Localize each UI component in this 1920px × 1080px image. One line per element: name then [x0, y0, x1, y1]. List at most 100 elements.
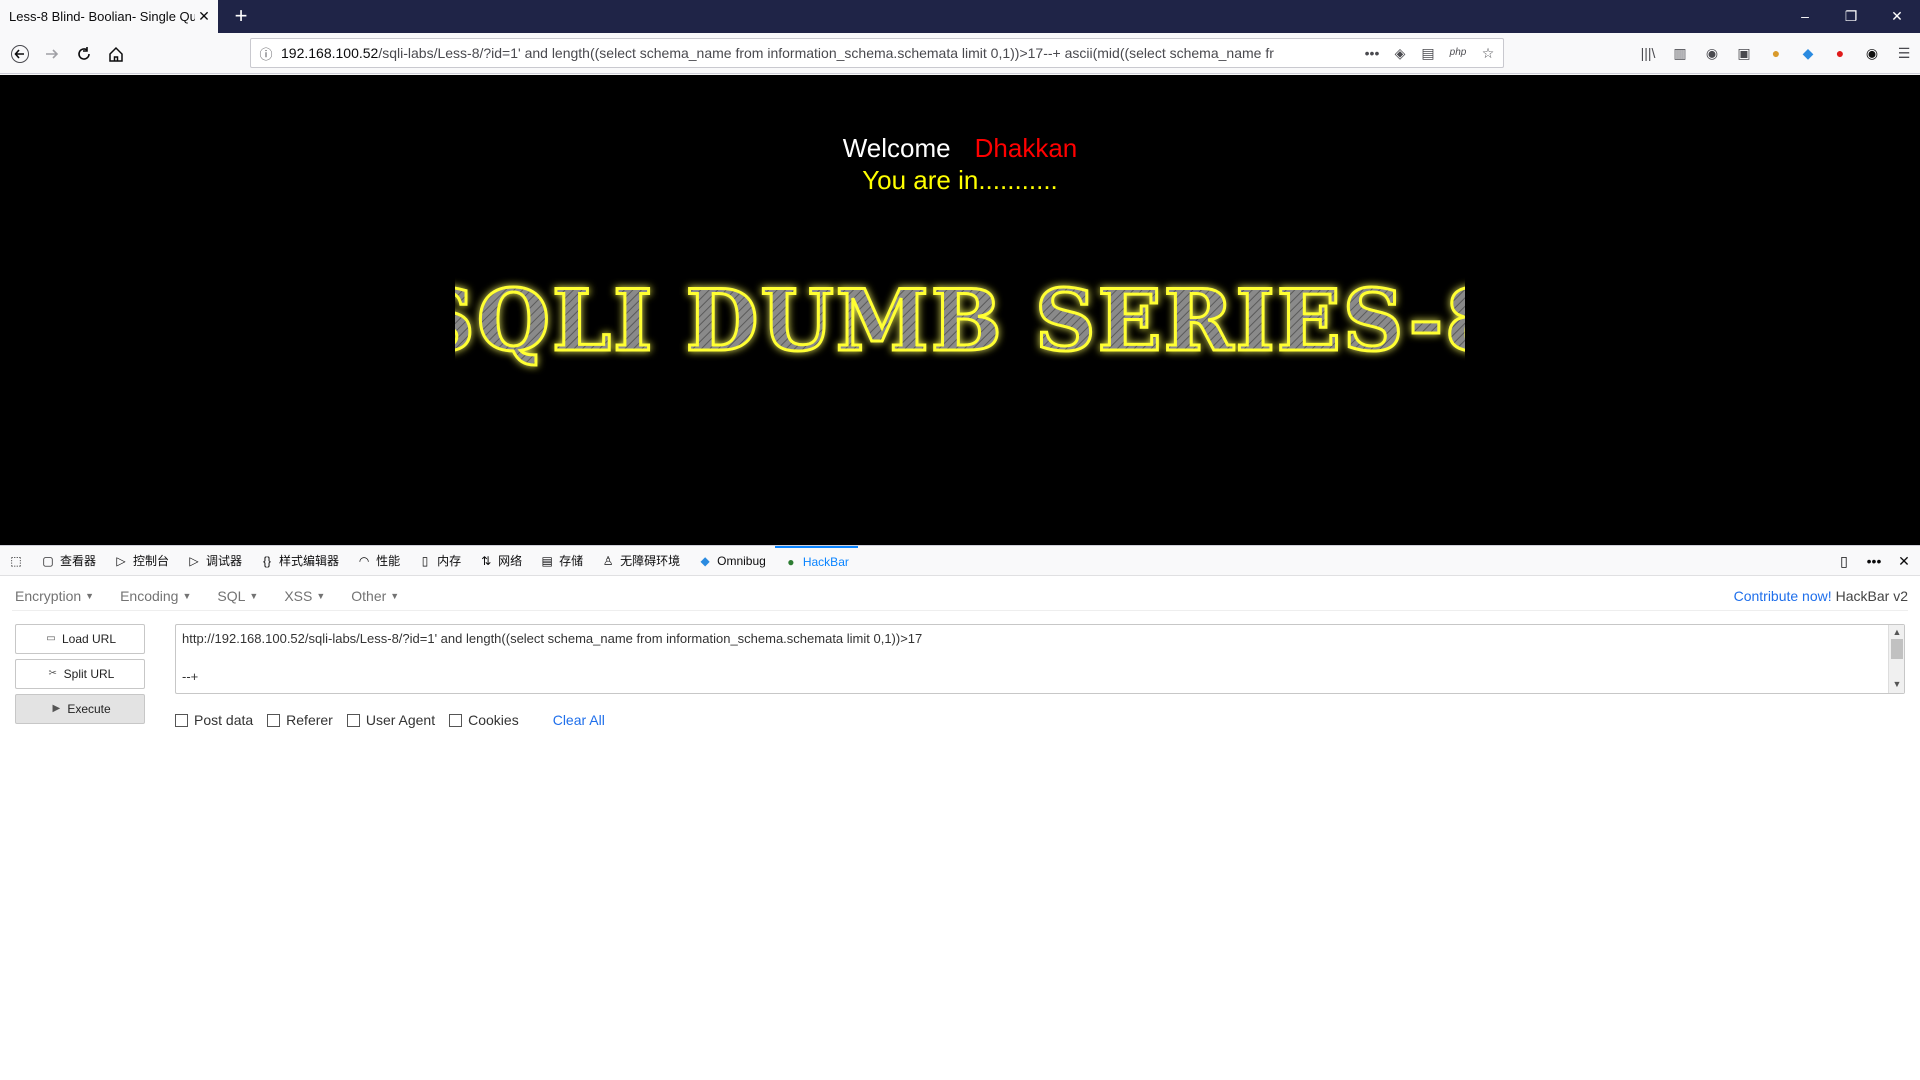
- php-extension-icon[interactable]: php: [1447, 43, 1469, 63]
- tab-network[interactable]: ⇅ 网络: [470, 546, 531, 576]
- element-picker[interactable]: ⬚: [0, 546, 32, 576]
- restore-button[interactable]: ❐: [1828, 0, 1874, 33]
- tab-console[interactable]: ▷ 控制台: [105, 546, 178, 576]
- browser-tab[interactable]: Less-8 Blind- Boolian- Single Qu ✕: [0, 0, 218, 33]
- devtools-more-icon[interactable]: •••: [1864, 551, 1884, 571]
- menu-label: Encryption: [15, 587, 82, 604]
- menu-other[interactable]: Other ▼: [348, 588, 402, 604]
- execute-button[interactable]: ▶ Execute: [15, 694, 145, 724]
- network-icon: ⇅: [481, 553, 492, 568]
- pocket-icon[interactable]: ◈: [1391, 43, 1409, 63]
- devtools-tabs: ⬚ ▢ 查看器 ▷ 控制台 ▷ 调试器 {} 样式编辑器 ◠ 性能 ▯ 内存 ⇅ 网络 ▤ 存储…: [0, 545, 1920, 576]
- tab-label: 网络: [498, 554, 523, 568]
- scroll-up-icon[interactable]: ▲: [1889, 625, 1905, 639]
- tab-accessibility[interactable]: ♙ 无障碍环境: [592, 546, 689, 576]
- welcome-line: Welcome Dhakkan: [0, 133, 1920, 164]
- dock-icon[interactable]: ▯: [1834, 551, 1854, 571]
- tab-label: 性能: [376, 554, 401, 568]
- tab-label: 调试器: [206, 554, 243, 568]
- url-path: /sqli-labs/Less-8/?id=1' and length((sel…: [378, 45, 1274, 61]
- forward-button[interactable]: [38, 40, 66, 68]
- new-tab-button[interactable]: +: [230, 4, 252, 28]
- url-line-1: http://192.168.100.52/sqli-labs/Less-8/?…: [182, 631, 923, 646]
- menu-xss[interactable]: XSS ▼: [281, 588, 328, 604]
- devtools-close-icon[interactable]: ✕: [1894, 551, 1914, 571]
- extension-icon-2[interactable]: ●: [1760, 40, 1792, 66]
- textarea-scrollbar[interactable]: ▲ ▼: [1888, 625, 1904, 693]
- reload-button[interactable]: [70, 40, 98, 68]
- username-text: Dhakkan: [974, 133, 1078, 163]
- referer-checkbox[interactable]: [267, 713, 281, 727]
- page-actions-icon[interactable]: •••: [1363, 43, 1381, 63]
- performance-icon: ◠: [358, 553, 370, 568]
- load-url-button[interactable]: ▭ Load URL: [15, 624, 145, 654]
- menu-sql[interactable]: SQL ▼: [214, 588, 261, 604]
- url-textarea[interactable]: http://192.168.100.52/sqli-labs/Less-8/?…: [175, 624, 1905, 694]
- toolbar-icons: |||\ ▥ ◉ ▣ ● ◆ ● ◉ ☰: [1632, 40, 1920, 66]
- bookmark-star-icon[interactable]: ☆: [1479, 43, 1497, 63]
- menu-encoding[interactable]: Encoding ▼: [117, 588, 194, 604]
- cookies-option[interactable]: Cookies: [449, 712, 519, 728]
- chevron-down-icon: ▼: [249, 590, 259, 601]
- extension-icon-1[interactable]: ▣: [1728, 40, 1760, 66]
- sidebar-icon[interactable]: ▥: [1664, 40, 1696, 66]
- split-url-button[interactable]: ✂ Split URL: [15, 659, 145, 689]
- tab-hackbar[interactable]: ● HackBar: [774, 545, 858, 576]
- site-info-icon[interactable]: ⓘ: [251, 44, 281, 63]
- tab-omnibug[interactable]: ◆ Omnibug: [689, 546, 775, 576]
- user-agent-checkbox[interactable]: [346, 713, 360, 727]
- banner-text: SQLI DUMB SERIES-8: [455, 271, 1465, 370]
- url-host: 192.168.100.52: [281, 45, 379, 61]
- menu-icon[interactable]: ☰: [1888, 40, 1920, 66]
- user-agent-option[interactable]: User Agent: [346, 712, 435, 728]
- load-url-icon: ▭: [46, 633, 56, 644]
- post-data-checkbox[interactable]: [175, 713, 188, 727]
- reader-view-icon[interactable]: ▤: [1419, 43, 1437, 63]
- address-bar[interactable]: ⓘ 192.168.100.52/sqli-labs/Less-8/?id=1'…: [250, 38, 1504, 68]
- tab-storage[interactable]: ▤ 存储: [531, 546, 592, 576]
- extension-icon-5[interactable]: ◉: [1856, 40, 1888, 66]
- hackbar-icon: ●: [787, 554, 795, 569]
- hackbar-menu: Encryption ▼ Encoding ▼ SQL ▼ XSS ▼ Other ▼ C…: [12, 581, 1908, 611]
- url-line-2: --+: [182, 669, 199, 684]
- button-label: Execute: [67, 702, 111, 716]
- tab-performance[interactable]: ◠ 性能: [348, 546, 409, 576]
- menu-label: XSS: [284, 587, 313, 604]
- menu-encryption[interactable]: Encryption ▼: [12, 588, 97, 604]
- scroll-thumb[interactable]: [1891, 639, 1903, 659]
- cookies-checkbox[interactable]: [449, 713, 463, 727]
- back-button[interactable]: [6, 40, 34, 68]
- extension-icon-3[interactable]: ◆: [1792, 40, 1824, 66]
- menu-label: SQL: [217, 587, 246, 604]
- window-close-button[interactable]: ✕: [1874, 0, 1920, 33]
- url-text[interactable]: 192.168.100.52/sqli-labs/Less-8/?id=1' a…: [281, 45, 1346, 61]
- hackbar-version: HackBar v2: [1835, 588, 1908, 604]
- style-editor-icon: {}: [263, 553, 272, 568]
- clear-all-link[interactable]: Clear All: [553, 712, 605, 728]
- tab-memory[interactable]: ▯ 内存: [409, 546, 470, 576]
- tab-bar: Less-8 Blind- Boolian- Single Qu ✕ + – ❐…: [0, 0, 1920, 33]
- button-label: Split URL: [63, 667, 115, 681]
- series-banner-image: SQLI DUMB SERIES-8: [455, 270, 1465, 372]
- post-data-option[interactable]: Post data: [175, 712, 253, 728]
- account-icon[interactable]: ◉: [1696, 40, 1728, 66]
- devtools-panel: ⬚ ▢ 查看器 ▷ 控制台 ▷ 调试器 {} 样式编辑器 ◠ 性能 ▯ 内存 ⇅ 网络 ▤ 存储…: [0, 545, 1920, 1080]
- library-icon[interactable]: |||\: [1632, 40, 1664, 66]
- tab-close-icon[interactable]: ✕: [196, 8, 212, 24]
- minimize-button[interactable]: –: [1782, 0, 1828, 33]
- option-label: Cookies: [468, 712, 519, 728]
- extension-icon-4[interactable]: ●: [1824, 40, 1856, 66]
- execute-icon: ▶: [52, 703, 61, 714]
- home-button[interactable]: [102, 40, 130, 68]
- status-text: You are in...........: [862, 165, 1058, 195]
- tab-style-editor[interactable]: {} 样式编辑器: [251, 546, 348, 576]
- tab-debugger[interactable]: ▷ 调试器: [178, 546, 251, 576]
- contribute-link[interactable]: Contribute now!: [1734, 588, 1832, 604]
- tab-inspector[interactable]: ▢ 查看器: [32, 546, 105, 576]
- tab-label: 样式编辑器: [279, 554, 340, 568]
- referer-option[interactable]: Referer: [267, 712, 333, 728]
- tab-label: 存储: [559, 554, 584, 568]
- chevron-down-icon: ▼: [182, 590, 192, 601]
- scroll-down-icon[interactable]: ▼: [1889, 677, 1905, 691]
- storage-icon: ▤: [541, 553, 553, 568]
